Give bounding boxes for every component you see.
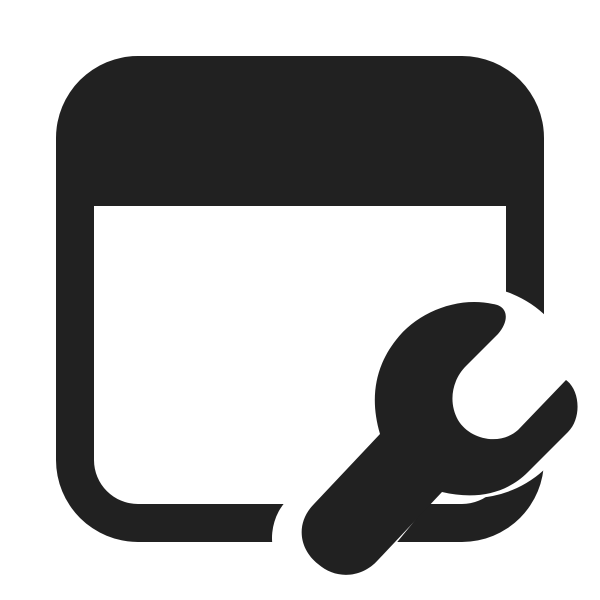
app-settings-icon (56, 56, 578, 575)
icon-canvas (0, 0, 600, 600)
